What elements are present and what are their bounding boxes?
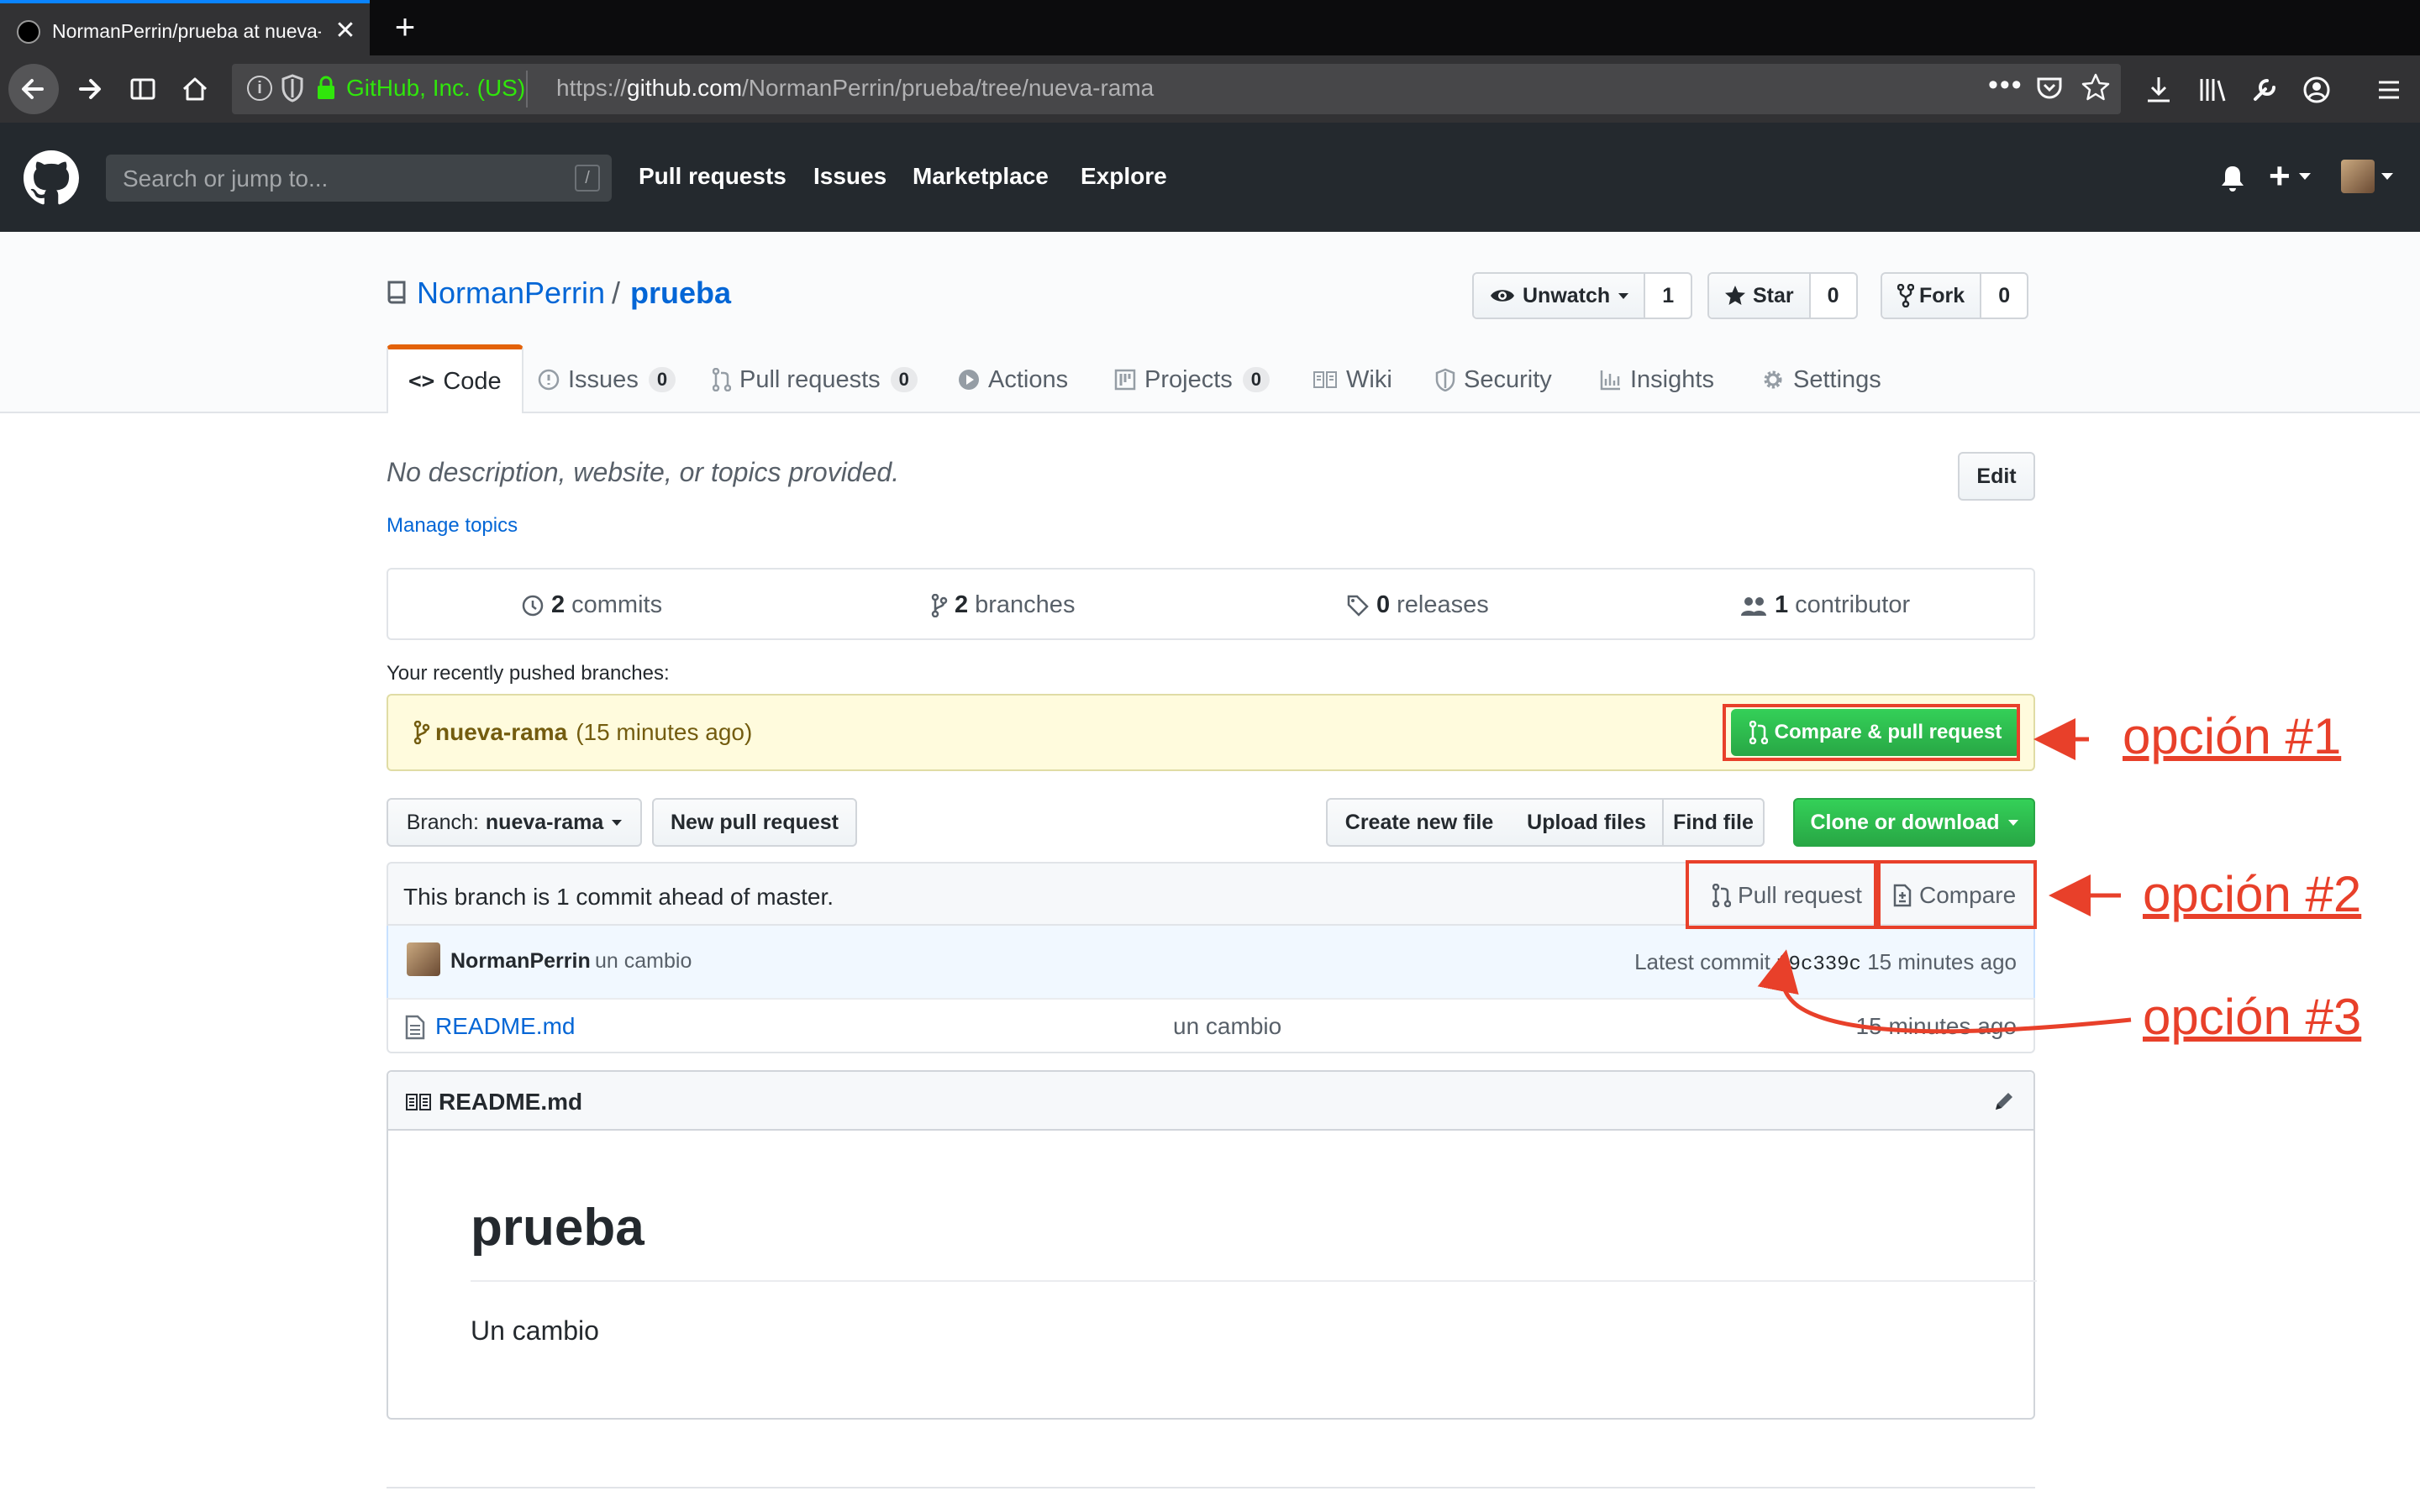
annotation-arrows xyxy=(1757,718,2132,1034)
option3-arrow xyxy=(1757,949,2132,1034)
option2-label: opción #2 xyxy=(2143,866,2362,922)
option1-label: opción #1 xyxy=(2123,708,2342,764)
option3-label: opción #3 xyxy=(2143,989,2362,1045)
